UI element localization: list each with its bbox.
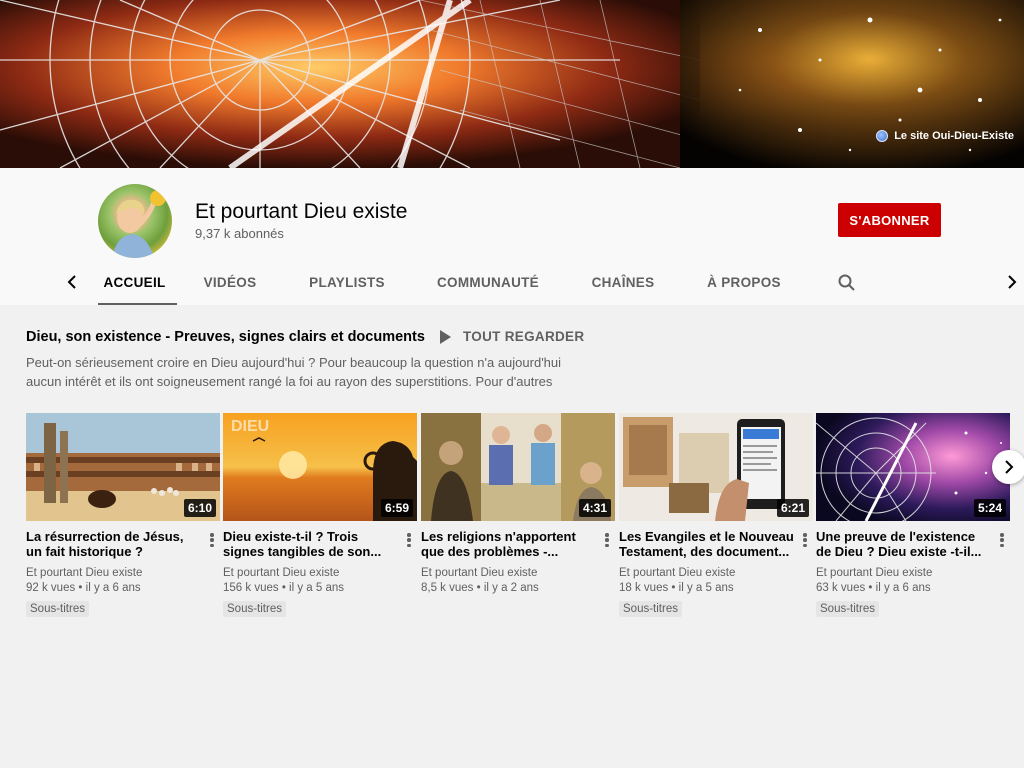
more-options-icon[interactable] xyxy=(601,531,613,549)
video-channel[interactable]: Et pourtant Dieu existe xyxy=(421,567,615,579)
video-thumbnail[interactable]: 6:10 xyxy=(26,413,220,521)
play-icon xyxy=(440,329,451,344)
video-card[interactable]: 5:24 Une preuve de l'existence de Dieu ?… xyxy=(816,413,1010,617)
banner-galaxy-image xyxy=(680,0,1024,168)
video-duration: 6:59 xyxy=(380,499,413,517)
subscribe-button[interactable]: S'ABONNER xyxy=(838,203,941,237)
play-all-button[interactable]: TOUT REGARDER xyxy=(440,329,584,344)
globe-icon xyxy=(876,130,889,142)
video-card[interactable]: 6:10 La résurrection de Jésus, un fait h… xyxy=(26,413,220,617)
video-stats: 92 k vues • il y a 6 ans xyxy=(26,582,141,594)
video-title[interactable]: Dieu existe-t-il ? Trois signes tangible… xyxy=(223,529,399,559)
subtitles-badge: Sous-titres xyxy=(26,601,89,617)
search-icon[interactable] xyxy=(837,273,857,293)
video-duration: 6:10 xyxy=(183,499,216,517)
video-channel[interactable]: Et pourtant Dieu existe xyxy=(816,567,1010,579)
video-duration: 5:24 xyxy=(973,499,1006,517)
video-channel[interactable]: Et pourtant Dieu existe xyxy=(619,567,813,579)
video-duration: 6:21 xyxy=(776,499,809,517)
video-title[interactable]: Une preuve de l'existence de Dieu ? Dieu… xyxy=(816,529,992,559)
video-thumbnail[interactable]: 4:31 xyxy=(421,413,615,521)
tab-about[interactable]: À PROPOS xyxy=(700,264,788,305)
channel-header: Et pourtant Dieu existe 9,37 k abonnés S… xyxy=(0,168,1024,305)
shelf-title[interactable]: Dieu, son existence - Preuves, signes cl… xyxy=(26,329,425,345)
tab-playlists[interactable]: PLAYLISTS xyxy=(298,264,396,305)
video-card[interactable]: 6:21 Les Evangiles et le Nouveau Testame… xyxy=(619,413,813,617)
video-thumbnail[interactable]: 6:21 xyxy=(619,413,813,521)
video-title[interactable]: Les Evangiles et le Nouveau Testament, d… xyxy=(619,529,795,559)
banner-dish-image xyxy=(0,0,700,168)
banner-website-link[interactable]: Le site Oui-Dieu-Existe xyxy=(876,130,1014,142)
chevron-right-icon[interactable] xyxy=(1006,272,1018,298)
channel-avatar[interactable] xyxy=(98,184,172,258)
video-thumbnail[interactable]: 5:24 xyxy=(816,413,1010,521)
more-options-icon[interactable] xyxy=(799,531,811,549)
channel-tabs: ACCUEIL VIDÉOS PLAYLISTS COMMUNAUTÉ CHAÎ… xyxy=(0,264,1024,305)
tab-community[interactable]: COMMUNAUTÉ xyxy=(432,264,544,305)
video-title[interactable]: Les religions n'apportent que des problè… xyxy=(421,529,597,559)
video-channel[interactable]: Et pourtant Dieu existe xyxy=(223,567,417,579)
chevron-right-icon xyxy=(1005,460,1014,474)
tab-videos[interactable]: VIDÉOS xyxy=(195,264,265,305)
video-stats: 156 k vues • il y a 5 ans xyxy=(223,582,345,594)
banner-link-label: Le site Oui-Dieu-Existe xyxy=(894,130,1014,142)
channel-name: Et pourtant Dieu existe xyxy=(195,200,408,223)
subtitles-badge: Sous-titres xyxy=(223,601,286,617)
thumbnail-text: DIEU xyxy=(231,418,269,435)
subtitles-badge: Sous-titres xyxy=(816,601,879,617)
chevron-left-icon[interactable] xyxy=(66,272,78,298)
play-all-label: TOUT REGARDER xyxy=(463,329,585,344)
more-options-icon[interactable] xyxy=(996,531,1008,549)
video-card[interactable]: 4:31 Les religions n'apportent que des p… xyxy=(421,413,615,594)
video-stats: 18 k vues • il y a 5 ans xyxy=(619,582,734,594)
video-card[interactable]: DIEU 6:59 Dieu existe-t-il ? Trois signe… xyxy=(223,413,417,617)
more-options-icon[interactable] xyxy=(403,531,415,549)
shelf-next-button[interactable] xyxy=(992,450,1024,484)
video-title[interactable]: La résurrection de Jésus, un fait histor… xyxy=(26,529,202,559)
channel-banner: Le site Oui-Dieu-Existe xyxy=(0,0,1024,168)
video-stats: 8,5 k vues • il y a 2 ans xyxy=(421,582,539,594)
tab-channels[interactable]: CHAÎNES xyxy=(584,264,662,305)
video-stats: 63 k vues • il y a 6 ans xyxy=(816,582,931,594)
subscriber-count: 9,37 k abonnés xyxy=(195,226,284,241)
tab-home[interactable]: ACCUEIL xyxy=(98,264,177,305)
shelf-description: Peut-on sérieusement croire en Dieu aujo… xyxy=(26,355,562,389)
video-thumbnail[interactable]: DIEU 6:59 xyxy=(223,413,417,521)
subtitles-badge: Sous-titres xyxy=(619,601,682,617)
video-channel[interactable]: Et pourtant Dieu existe xyxy=(26,567,220,579)
avatar-child-image xyxy=(112,190,166,258)
more-options-icon[interactable] xyxy=(206,531,218,549)
video-duration: 4:31 xyxy=(578,499,611,517)
